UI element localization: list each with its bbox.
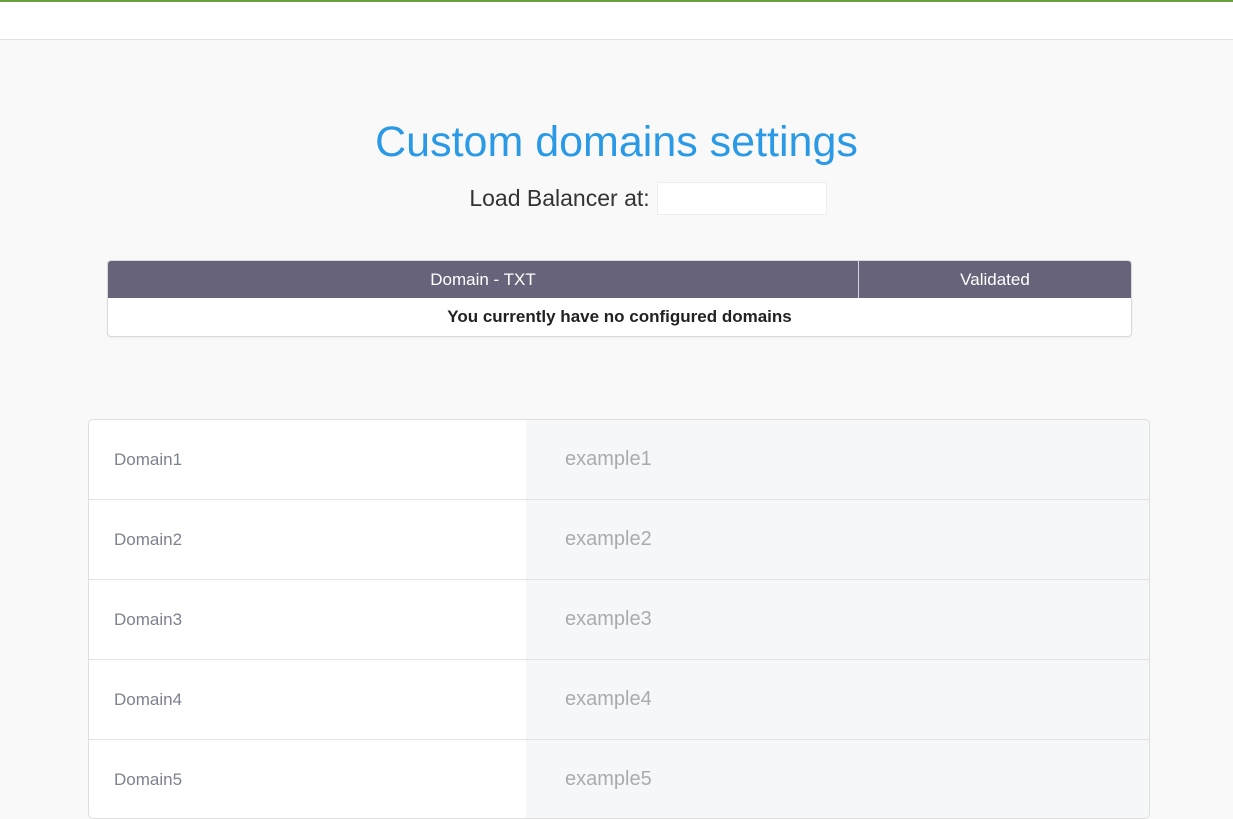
empty-table-message: You currently have no configured domains bbox=[447, 307, 792, 326]
domain-label: Domain3 bbox=[89, 580, 526, 659]
domains-table: Domain - TXT Validated You currently hav… bbox=[107, 260, 1132, 337]
domain5-input[interactable] bbox=[526, 740, 1149, 818]
domain-form-row: Domain1 bbox=[89, 420, 1149, 500]
top-navigation-bar bbox=[0, 0, 1233, 40]
column-header-domain-txt[interactable]: Domain - TXT bbox=[108, 261, 859, 298]
domain-form-row: Domain5 bbox=[89, 740, 1149, 818]
domain-form-card: Domain1 Domain2 Domain3 Domain4 Domain5 bbox=[88, 419, 1150, 819]
domain-label: Domain2 bbox=[89, 500, 526, 579]
load-balancer-row: Load Balancer at: bbox=[0, 181, 1233, 216]
domain1-input[interactable] bbox=[526, 420, 1149, 499]
domain-label: Domain5 bbox=[89, 740, 526, 818]
domain2-input[interactable] bbox=[526, 500, 1149, 579]
table-header: Domain - TXT Validated bbox=[108, 261, 1131, 298]
page-title: Custom domains settings bbox=[375, 118, 858, 166]
domain-label: Domain4 bbox=[89, 660, 526, 739]
column-header-validated[interactable]: Validated bbox=[859, 261, 1131, 298]
domain4-input[interactable] bbox=[526, 660, 1149, 739]
domain-form-row: Domain4 bbox=[89, 660, 1149, 740]
load-balancer-input[interactable] bbox=[656, 182, 827, 215]
domain-form-row: Domain2 bbox=[89, 500, 1149, 580]
load-balancer-label: Load Balancer at: bbox=[469, 185, 650, 211]
domain-form-row: Domain3 bbox=[89, 580, 1149, 660]
domain-label: Domain1 bbox=[89, 420, 526, 499]
domain3-input[interactable] bbox=[526, 580, 1149, 659]
